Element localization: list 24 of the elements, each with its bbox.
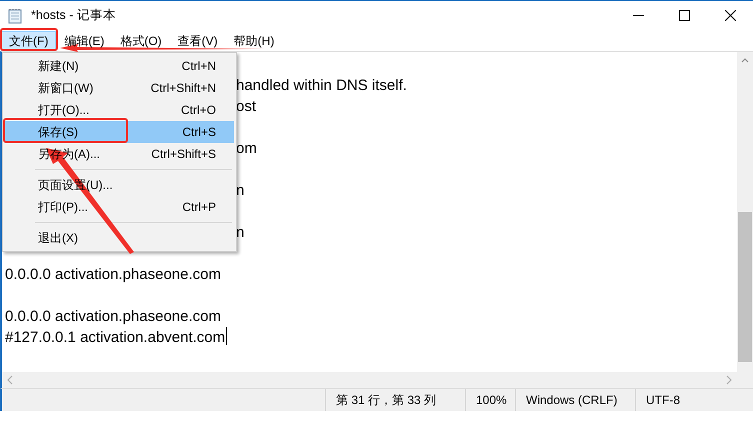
encoding: UTF-8 [646, 393, 680, 407]
text-line: handled within DNS itself. [236, 76, 407, 96]
menu-item[interactable]: 格式(O) [112, 30, 170, 50]
menu-item[interactable]: 帮助(H) [226, 30, 282, 50]
menu-item[interactable]: 查看(V) [170, 30, 226, 50]
text-line: n [236, 181, 244, 201]
window-title: *hosts - 记事本 [31, 7, 117, 24]
menu-option[interactable]: 新窗口(W) Ctrl+Shift+N [5, 77, 234, 99]
menu-option[interactable]: 打印(P)... Ctrl+P [5, 196, 234, 218]
text-line: om [236, 139, 257, 159]
menu-option[interactable]: 退出(X) [5, 227, 234, 249]
cursor-position: 第 31 行，第 33 列 [336, 392, 436, 408]
text-line: n [236, 223, 244, 243]
zoom-level: 100% [476, 393, 507, 407]
menu-option[interactable]: 新建(N) Ctrl+N [5, 55, 234, 77]
text-line: 0.0.0.0 activation.phaseone.com [5, 307, 221, 327]
menu-item[interactable]: 编辑(E) [56, 30, 112, 50]
line-ending: Windows (CRLF) [526, 393, 618, 407]
menu-option[interactable]: 打开(O)... Ctrl+O [5, 99, 234, 121]
menu-option[interactable]: 保存(S) Ctrl+S [5, 121, 234, 143]
text-line: #127.0.0.1 activation.abvent.com [5, 328, 226, 348]
text-line: 0.0.0.0 activation.phaseone.com [5, 265, 221, 285]
text-line: ost [236, 97, 256, 117]
menu-item[interactable]: 文件(F) [1, 30, 56, 50]
